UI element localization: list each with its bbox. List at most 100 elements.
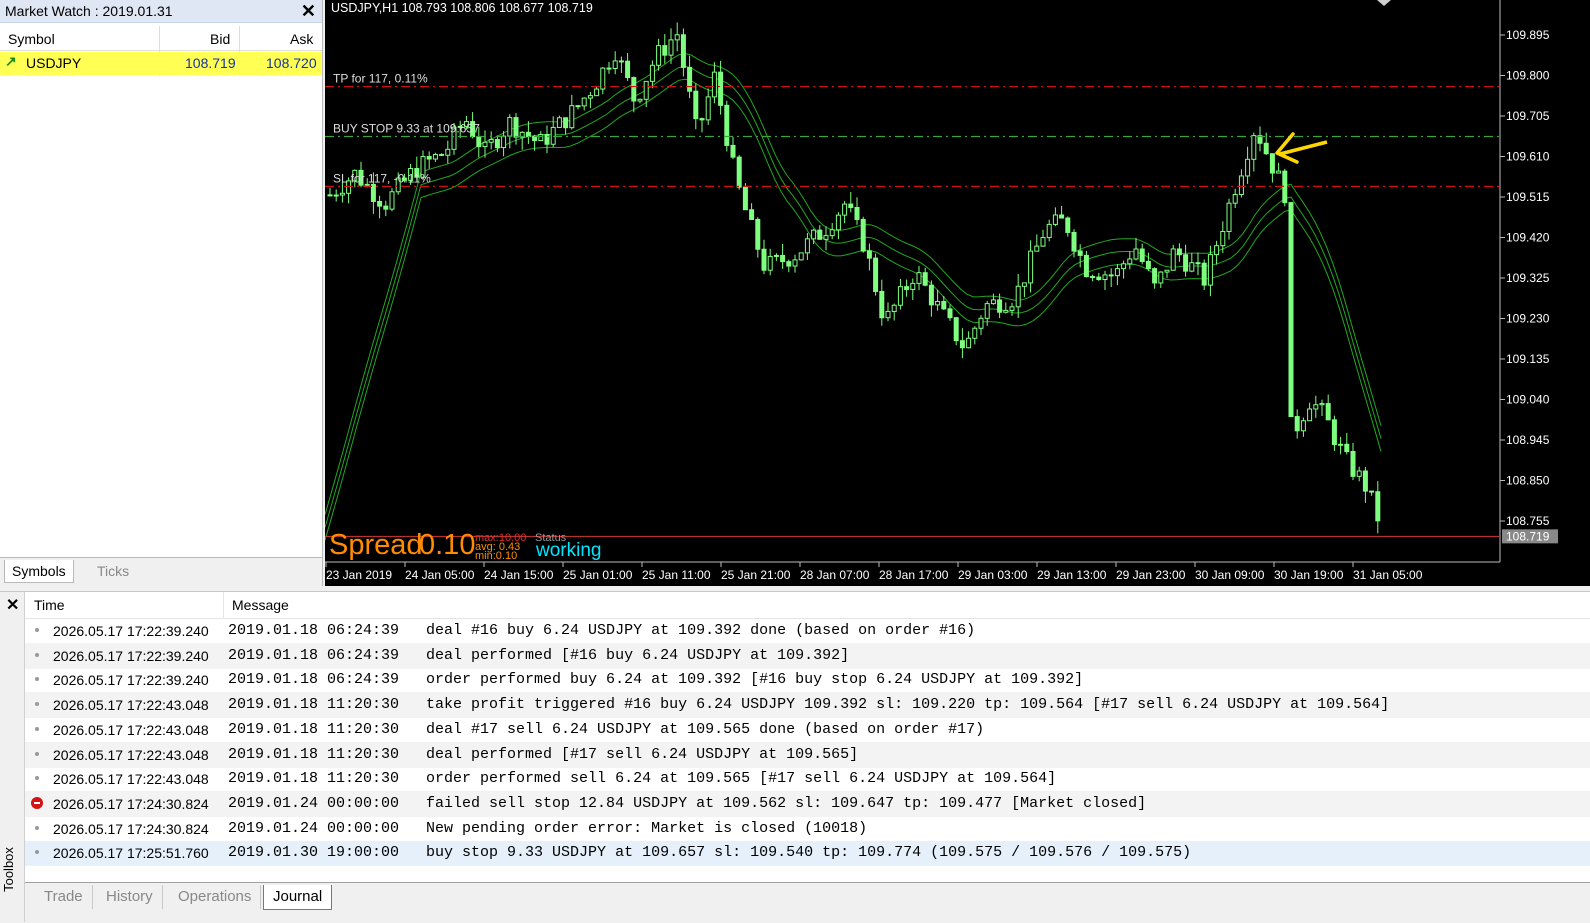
close-icon[interactable]: ✕ xyxy=(6,595,19,615)
journal-time: 2026.05.17 17:22:39.240 xyxy=(53,647,209,664)
journal-row[interactable]: 2026.05.17 17:22:43.048 2019.01.18 11:20:… xyxy=(25,693,1590,719)
candle-body xyxy=(767,255,773,271)
symbol-row-usdjpy[interactable]: ↗ USDJPY 108.719 108.720 xyxy=(0,52,322,75)
time-tick-label: 28 Jan 07:00 xyxy=(800,568,870,582)
market-watch-header: Symbol Bid Ask xyxy=(0,28,322,51)
tab-journal[interactable]: Journal xyxy=(263,885,333,910)
candle-body xyxy=(1350,451,1356,477)
candle-body xyxy=(959,340,965,349)
candle-body xyxy=(1170,248,1176,271)
journal-row[interactable]: 2026.05.17 17:22:43.048 2019.01.18 11:20:… xyxy=(25,767,1590,793)
candle-body xyxy=(1015,285,1021,308)
order-level-lines[interactable]: TP for 117, 0.11% BUY STOP 9.33 at 109.65… xyxy=(325,72,1500,187)
price-chart[interactable]: 109.895 109.800 109.705 109.610 109.515 109.4… xyxy=(325,0,1590,586)
journal-table: Time Message 2026.05.17 17:22:39.240 2019… xyxy=(25,592,1590,882)
candle-body xyxy=(978,317,984,329)
level-label-tp: TP for 117, 0.11% xyxy=(333,72,428,86)
candle-body xyxy=(1344,443,1350,453)
candle-body xyxy=(637,98,643,102)
candle-body xyxy=(1313,404,1319,410)
candle-body xyxy=(798,252,804,261)
candle-body xyxy=(885,310,891,319)
candle-body xyxy=(786,261,792,267)
candle-body xyxy=(941,301,947,310)
price-tick-label: 108.850 xyxy=(1506,474,1550,488)
candle-body xyxy=(1152,268,1158,284)
candle-body xyxy=(1331,419,1337,445)
candle-body xyxy=(618,60,624,63)
candlesticks xyxy=(327,22,1381,534)
journal-row[interactable]: 2026.05.17 17:24:30.824 2019.01.24 00:00:… xyxy=(25,817,1590,842)
candle-body xyxy=(1276,170,1282,174)
time-tick-label: 30 Jan 19:00 xyxy=(1274,568,1344,582)
candle-body xyxy=(1375,491,1381,522)
tab-trade[interactable]: Trade xyxy=(35,885,93,909)
candle-body xyxy=(823,235,829,240)
candle-body xyxy=(680,34,686,68)
candle-body xyxy=(1356,470,1362,477)
column-time[interactable]: Time xyxy=(34,597,65,613)
journal-row[interactable]: 2026.05.17 17:25:51.760 2019.01.30 19:00:… xyxy=(25,841,1590,867)
journal-row[interactable]: 2026.05.17 17:24:30.824 2019.01.24 00:00:… xyxy=(25,791,1590,817)
market-watch-title: Market Watch : 2019.01.31 xyxy=(5,3,173,19)
shift-marker-icon[interactable] xyxy=(1377,0,1391,6)
candle-body xyxy=(705,96,711,121)
candle-body xyxy=(1083,254,1089,277)
candle-body xyxy=(804,238,810,254)
candle-body xyxy=(1294,416,1300,432)
journal-row[interactable]: 2026.05.17 17:22:39.240 2019.01.18 06:24:… xyxy=(25,619,1590,644)
candle-body xyxy=(550,126,556,145)
chart-canvas[interactable]: 109.895 109.800 109.705 109.610 109.515 109.4… xyxy=(325,0,1590,586)
time-tick-label: 24 Jan 15:00 xyxy=(484,568,554,582)
toolbox-label: Toolbox xyxy=(0,847,16,892)
tab-ticks[interactable]: Ticks xyxy=(90,560,136,582)
candle-body xyxy=(507,117,513,137)
candle-body xyxy=(773,254,779,257)
bid-value: 108.719 xyxy=(185,55,236,71)
journal-time: 2026.05.17 17:22:43.048 xyxy=(53,771,209,788)
candle-body xyxy=(736,156,742,188)
time-tick-label: 31 Jan 05:00 xyxy=(1353,568,1423,582)
candle-body xyxy=(897,286,903,306)
candle-body xyxy=(1214,245,1220,256)
candle-body xyxy=(1319,403,1325,406)
candle-body xyxy=(1245,158,1251,177)
journal-message: 2019.01.24 00:00:00 failed sell stop 12.… xyxy=(228,794,1147,812)
column-bid[interactable]: Bid xyxy=(210,31,230,47)
candle-body xyxy=(600,67,606,90)
level-label-sl: SL for 117, -0.11% xyxy=(333,171,431,185)
journal-row[interactable]: 2026.05.17 17:22:39.240 2019.01.18 06:24:… xyxy=(25,668,1590,694)
candle-body xyxy=(984,303,990,319)
candle-body xyxy=(1307,408,1313,422)
tab-history[interactable]: History xyxy=(97,885,163,909)
price-tick-label: 109.515 xyxy=(1506,190,1550,204)
candle-body xyxy=(904,286,910,290)
journal-time: 2026.05.17 17:22:39.240 xyxy=(53,623,209,639)
column-message[interactable]: Message xyxy=(232,597,289,613)
journal-row[interactable]: 2026.05.17 17:22:43.048 2019.01.18 11:20:… xyxy=(25,742,1590,768)
journal-row[interactable]: 2026.05.17 17:22:43.048 2019.01.18 11:20:… xyxy=(25,718,1590,743)
market-watch-panel: Market Watch : 2019.01.31 ✕ Symbol Bid A… xyxy=(0,0,323,586)
close-icon[interactable]: ✕ xyxy=(301,1,316,22)
candle-body xyxy=(1102,274,1108,281)
tab-operations[interactable]: Operations xyxy=(169,885,262,909)
candle-body xyxy=(1369,490,1375,493)
column-ask[interactable]: Ask xyxy=(290,31,313,47)
info-dot-icon xyxy=(35,776,39,781)
info-dot-icon xyxy=(35,628,39,632)
tab-symbols[interactable]: Symbols xyxy=(4,560,74,583)
candle-body xyxy=(1009,306,1015,311)
candle-body xyxy=(1121,263,1127,270)
candle-body xyxy=(581,97,587,107)
candle-body xyxy=(1059,214,1065,219)
candle-body xyxy=(1046,223,1052,239)
journal-time: 2026.05.17 17:22:43.048 xyxy=(53,697,209,714)
ask-value: 108.720 xyxy=(266,55,317,71)
journal-message: 2019.01.18 06:24:39 deal #16 buy 6.24 US… xyxy=(228,622,976,639)
candle-body xyxy=(990,299,996,305)
candle-body xyxy=(1034,245,1040,252)
column-symbol[interactable]: Symbol xyxy=(8,31,55,47)
candle-body xyxy=(699,118,705,121)
candle-body xyxy=(935,301,941,306)
journal-row[interactable]: 2026.05.17 17:22:39.240 2019.01.18 06:24:… xyxy=(25,643,1590,669)
